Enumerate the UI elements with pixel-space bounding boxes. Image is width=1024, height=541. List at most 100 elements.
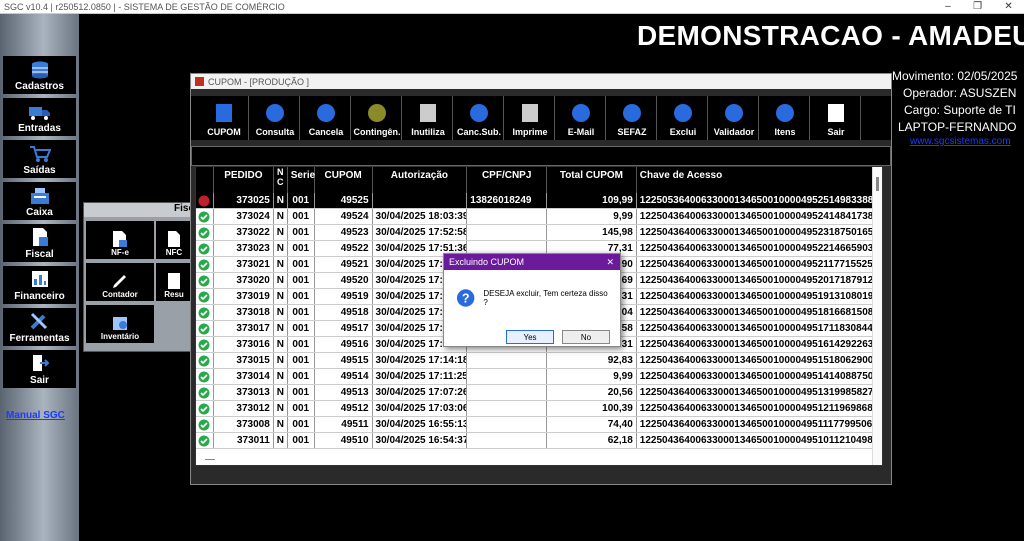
maximize-icon[interactable]: ❐ — [973, 1, 982, 12]
error-status-icon — [198, 195, 210, 206]
fiscal-tile-resumo[interactable]: Resu — [156, 263, 192, 301]
scrollbar-thumb[interactable] — [876, 177, 879, 191]
cell-total: 9,99 — [547, 369, 637, 384]
column-header[interactable]: CPF/CNPJ — [467, 167, 548, 193]
column-header[interactable]: Autorização — [373, 167, 468, 193]
cell-nc: N — [274, 225, 288, 240]
ok-status-icon — [198, 371, 210, 382]
cell-chave: 1225043640063300013465001000049513199858… — [637, 385, 882, 400]
toolbar-button-sefaz[interactable]: SEFAZ — [608, 96, 657, 140]
sidebar-item-financeiro[interactable]: Financeiro — [3, 266, 76, 304]
close-icon[interactable]: ✕ — [1004, 1, 1012, 12]
table-row[interactable]: 373022 N 001 49523 30/04/2025 17:52:58 145,98… — [196, 225, 882, 241]
column-header[interactable]: PEDIDO — [214, 167, 274, 193]
toolbar-button-label: Consulta — [255, 127, 295, 137]
dialog-buttons: Yes No — [506, 330, 618, 344]
toolbar-button-e-mail[interactable]: E-Mail — [557, 96, 606, 140]
fiscal-tile-label: Resu — [164, 290, 184, 299]
fiscal-tile-inventario[interactable]: Inventário — [86, 305, 154, 343]
window-title: SGC v10.4 | r250512.0850 | - SISTEMA DE … — [4, 1, 285, 12]
document-icon — [32, 228, 48, 246]
cell-serie: 001 — [288, 401, 315, 416]
table-row[interactable]: 373014 N 001 49514 30/04/2025 17:11:25 9,99 12… — [196, 369, 882, 385]
sidebar-item-entradas[interactable]: Entradas — [3, 98, 76, 136]
machine-label: LAPTOP-FERNANDO — [898, 120, 1017, 134]
column-header[interactable]: Serie — [288, 167, 315, 193]
contingency-icon — [368, 104, 386, 122]
ok-status-icon — [198, 403, 210, 414]
table-row[interactable]: 373025 N 001 49525 13826018249 109,99 12250536… — [196, 193, 882, 209]
cell-pedido: 373016 — [214, 337, 274, 352]
sidebar-item-ferramentas[interactable]: Ferramentas — [3, 308, 76, 346]
sidebar-item-sair[interactable]: Sair — [3, 350, 76, 388]
cell-cupom: 49517 — [315, 321, 373, 336]
cell-chave: 1225043640063300013465001000049520171879… — [637, 273, 882, 288]
cell-serie: 001 — [288, 321, 315, 336]
cell-autorizacao: 30/04/2025 18:03:39 — [373, 209, 468, 224]
email-icon — [572, 104, 590, 122]
column-header[interactable]: Total CUPOM — [547, 167, 637, 193]
toolbar-button-conting-n[interactable]: Contingên. — [353, 96, 402, 140]
sidebar-item-caixa[interactable]: Caixa — [3, 182, 76, 220]
cell-cupom: 49511 — [315, 417, 373, 432]
cell-cpf — [467, 401, 548, 416]
cell-total: 100,39 — [547, 401, 637, 416]
table-row[interactable]: 373024 N 001 49524 30/04/2025 18:03:39 9,99 12… — [196, 209, 882, 225]
cell-pedido: 373022 — [214, 225, 274, 240]
website-link[interactable]: www.sgcsistemas.com — [910, 136, 1011, 147]
sidebar-item-cadastros[interactable]: Cadastros — [3, 56, 76, 94]
grid-scrollbar[interactable] — [872, 167, 882, 465]
nfc-icon — [168, 231, 180, 247]
cell-nc: N — [274, 209, 288, 224]
column-header[interactable]: CUPOM — [315, 167, 373, 193]
table-row[interactable]: 373013 N 001 49513 30/04/2025 17:07:26 20,56 1… — [196, 385, 882, 401]
cell-cpf — [467, 385, 548, 400]
toolbar-button-validador[interactable]: Validador — [710, 96, 759, 140]
fiscal-tile-nfe[interactable]: NF-e — [86, 221, 154, 259]
cell-autorizacao: 30/04/2025 17:52:58 — [373, 225, 468, 240]
cell-cpf — [467, 353, 548, 368]
cell-serie: 001 — [288, 353, 315, 368]
sidebar-item-saidas[interactable]: Saídas — [3, 140, 76, 178]
table-row[interactable]: 373011 N 001 49510 30/04/2025 16:54:37 62,18 1… — [196, 433, 882, 449]
yes-button[interactable]: Yes — [506, 330, 554, 344]
minimize-icon[interactable]: – — [945, 1, 951, 12]
toolbar-button-cancela[interactable]: Cancela — [302, 96, 351, 140]
cell-nc: N — [274, 385, 288, 400]
cell-chave: 1225043640063300013465001000049524148417… — [637, 209, 882, 224]
toolbar-button-label: Sair — [827, 127, 845, 137]
cell-cpf — [467, 209, 548, 224]
cell-autorizacao: 30/04/2025 16:54:37 — [373, 433, 468, 448]
cell-nc: N — [274, 193, 288, 208]
dialog-close-icon[interactable]: ✕ — [606, 257, 614, 268]
toolbar-button-label: Contingên. — [353, 127, 401, 137]
toolbar-button-label: Imprime — [512, 127, 548, 137]
sidebar-item-fiscal[interactable]: Fiscal — [3, 224, 76, 262]
fiscal-tile-contador[interactable]: Contador — [86, 263, 154, 301]
cell-pedido: 373024 — [214, 209, 274, 224]
toolbar-button-inutiliza[interactable]: Inutiliza — [404, 96, 453, 140]
column-header[interactable]: Chave de Acesso — [637, 167, 882, 193]
ok-status-icon — [198, 355, 210, 366]
column-header[interactable]: N C — [274, 167, 288, 193]
fiscal-tile-label: Inventário — [100, 332, 140, 341]
toolbar-button-itens[interactable]: Itens — [761, 96, 810, 140]
table-row[interactable]: 373008 N 001 49511 30/04/2025 16:55:13 74,40 1… — [196, 417, 882, 433]
cell-cupom: 49523 — [315, 225, 373, 240]
cell-cupom: 49520 — [315, 273, 373, 288]
fiscal-tile-label: NFC — [165, 248, 183, 257]
cell-pedido: 373015 — [214, 353, 274, 368]
table-row[interactable]: 373015 N 001 49515 30/04/2025 17:14:18 92,83 1… — [196, 353, 882, 369]
no-button[interactable]: No — [562, 330, 610, 344]
manual-link[interactable]: Manual SGC — [6, 410, 65, 421]
cell-pedido: 373008 — [214, 417, 274, 432]
table-row[interactable]: 373012 N 001 49512 30/04/2025 17:03:06 100,39… — [196, 401, 882, 417]
toolbar-button-cupom[interactable]: CUPOM — [200, 96, 249, 140]
toolbar-button-imprime[interactable]: Imprime — [506, 96, 555, 140]
fiscal-tile-nfc[interactable]: NFC — [156, 221, 192, 259]
toolbar-button-consulta[interactable]: Consulta — [251, 96, 300, 140]
toolbar-button-canc-sub[interactable]: Canc.Sub. — [455, 96, 504, 140]
toolbar-button-exclui[interactable]: Exclui — [659, 96, 708, 140]
nfe-icon — [113, 231, 127, 247]
toolbar-button-sair[interactable]: Sair — [812, 96, 861, 140]
